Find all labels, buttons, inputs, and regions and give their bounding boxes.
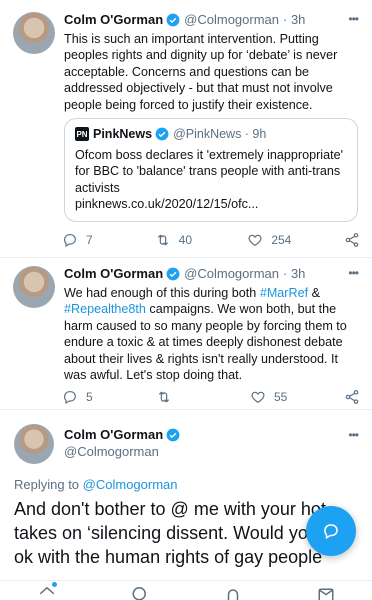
quoted-tweet-body: Ofcom boss declares it 'extremely inappr… bbox=[75, 148, 343, 195]
quoted-author-name: PinkNews bbox=[93, 127, 153, 141]
author-name[interactable]: Colm O'Gorman bbox=[64, 426, 163, 443]
reply-icon bbox=[64, 391, 76, 405]
tweet-1[interactable]: Colm O'Gorman @Colmogorman · 3h ••• This… bbox=[0, 0, 372, 258]
tweet-text: We had enough of this during both #MarRe… bbox=[64, 285, 360, 383]
like-button[interactable]: 55 bbox=[250, 389, 290, 405]
tweet-actions: 7 40 254 bbox=[62, 232, 360, 248]
tweet-header: Colm O'Gorman @Colmogorman · 3h bbox=[64, 12, 305, 27]
messages-icon bbox=[318, 588, 333, 600]
retweet-button[interactable] bbox=[156, 389, 196, 405]
avatar[interactable] bbox=[13, 12, 55, 54]
tweet-actions: 5 55 bbox=[62, 389, 360, 405]
hashtag-link[interactable]: #Repealthe8th bbox=[64, 302, 146, 316]
like-button[interactable]: 254 bbox=[247, 232, 291, 248]
like-icon bbox=[251, 391, 265, 404]
quoted-tweet-link[interactable]: pinknews.co.uk/2020/12/15/ofc... bbox=[75, 196, 347, 212]
like-count: 55 bbox=[274, 390, 288, 404]
share-button[interactable] bbox=[344, 389, 360, 405]
quoted-author-handle: @PinkNews · 9h bbox=[173, 127, 267, 141]
tweet-text: This is such an important intervention. … bbox=[64, 32, 338, 112]
verified-icon bbox=[166, 267, 180, 280]
quoted-tweet[interactable]: PN PinkNews @PinkNews · 9h Ofcom boss de… bbox=[64, 118, 358, 222]
nav-notifications[interactable] bbox=[221, 581, 245, 600]
like-icon bbox=[248, 234, 262, 247]
more-options-icon[interactable]: ••• bbox=[348, 428, 359, 442]
nav-search[interactable] bbox=[128, 581, 152, 600]
retweet-button[interactable]: 40 bbox=[155, 232, 195, 248]
reply-button[interactable]: 5 bbox=[62, 389, 102, 405]
notifications-icon bbox=[227, 589, 238, 600]
more-options-icon[interactable]: ••• bbox=[348, 266, 359, 280]
quoted-tweet-header: PN PinkNews @PinkNews · 9h bbox=[75, 127, 347, 141]
quoted-tweet-text: Ofcom boss declares it 'extremely inappr… bbox=[75, 147, 347, 213]
tweet-time: · 3h bbox=[283, 12, 306, 27]
nav-messages[interactable] bbox=[314, 581, 338, 600]
avatar[interactable] bbox=[13, 266, 55, 308]
pinknews-logo-icon: PN bbox=[75, 127, 89, 141]
author-name[interactable]: Colm O'Gorman bbox=[64, 12, 163, 27]
verified-icon bbox=[166, 13, 180, 26]
nav-home[interactable] bbox=[35, 581, 59, 600]
retweet-icon bbox=[157, 234, 168, 246]
hashtag-link[interactable]: #MarRef bbox=[260, 286, 308, 300]
unread-dot bbox=[51, 582, 57, 587]
author-name[interactable]: Colm O'Gorman bbox=[64, 266, 163, 281]
replying-to: Replying to @Colmogorman bbox=[14, 477, 178, 492]
share-icon bbox=[345, 390, 359, 404]
author-handle[interactable]: @Colmogorman bbox=[184, 266, 279, 281]
avatar[interactable] bbox=[14, 424, 54, 464]
reply-count: 7 bbox=[86, 233, 93, 247]
tweet-time: · 3h bbox=[283, 266, 306, 281]
like-count: 254 bbox=[271, 233, 292, 247]
tweet-text-part: & bbox=[308, 286, 321, 300]
replying-to-label: Replying to bbox=[14, 477, 83, 492]
compose-icon bbox=[324, 524, 338, 540]
retweet-icon bbox=[158, 391, 170, 403]
verified-icon bbox=[166, 428, 180, 441]
tweet-text-part: We had enough of this during both bbox=[64, 286, 260, 300]
bottom-nav bbox=[0, 580, 372, 600]
reply-icon bbox=[64, 234, 76, 248]
author-handle[interactable]: @Colmogorman bbox=[184, 12, 279, 27]
tweet-2[interactable]: Colm O'Gorman @Colmogorman · 3h ••• We h… bbox=[0, 258, 372, 410]
replying-to-handle[interactable]: @Colmogorman bbox=[83, 477, 178, 492]
verified-icon bbox=[155, 127, 169, 141]
author-handle[interactable]: @Colmogorman bbox=[64, 443, 180, 460]
home-icon bbox=[39, 586, 54, 595]
reply-button[interactable]: 7 bbox=[62, 232, 102, 248]
share-button[interactable] bbox=[344, 232, 360, 248]
tweet-header: Colm O'Gorman @Colmogorman · 3h bbox=[64, 266, 305, 281]
retweet-count: 40 bbox=[178, 233, 193, 247]
search-icon bbox=[132, 587, 146, 600]
focused-author: Colm O'Gorman @Colmogorman bbox=[64, 426, 180, 460]
compose-button[interactable] bbox=[306, 506, 356, 556]
reply-count: 5 bbox=[86, 390, 93, 404]
share-icon bbox=[345, 233, 359, 247]
more-options-icon[interactable]: ••• bbox=[348, 12, 359, 26]
